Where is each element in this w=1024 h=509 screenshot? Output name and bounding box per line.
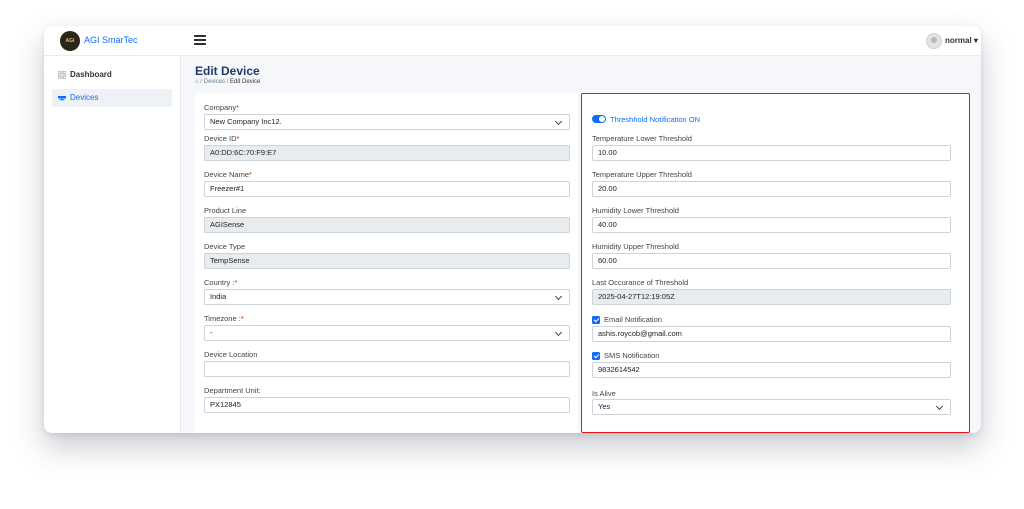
home-icon[interactable]: ⌂ [195, 79, 199, 85]
device-name-input[interactable]: Freezer#1 [204, 181, 570, 197]
temp-lower-label: Temperature Lower Threshold [592, 134, 692, 143]
brand-name[interactable]: AGI SmarTec [84, 35, 138, 45]
user-avatar[interactable] [926, 33, 942, 49]
humidity-lower-label: Humidity Lower Threshold [592, 206, 679, 215]
sidebar-item-devices[interactable]: Devices [52, 89, 172, 107]
email-notification-label: Email Notification [604, 315, 662, 324]
breadcrumb-current: Edit Device [230, 79, 261, 85]
country-label: Country :* [204, 278, 238, 287]
sidebar-item-label: Dashboard [70, 70, 112, 79]
device-location-input[interactable] [204, 361, 570, 377]
top-navbar: AGI AGI SmarTec normal ▾ [44, 26, 981, 56]
device-type-label: Device Type [204, 242, 246, 251]
device-details-panel: Company* New Company Inc12. Device ID* A… [195, 93, 578, 433]
page-title: Edit Device [195, 64, 260, 78]
app-window: AGI AGI SmarTec normal ▾ Dashboard Devic… [44, 26, 981, 433]
is-alive-select[interactable]: Yes [592, 399, 951, 415]
device-id-label: Device ID* [204, 134, 240, 143]
threshold-notification-toggle[interactable] [592, 115, 606, 123]
is-alive-label: Is Alive [592, 389, 616, 398]
sidebar-item-label: Devices [70, 93, 99, 102]
email-notification-checkbox[interactable] [592, 316, 600, 324]
sidebar: Dashboard Devices [44, 56, 181, 433]
last-occurance-label: Last Occurance of Threshold [592, 278, 689, 287]
email-input[interactable]: ashis.roycob@gmail.com [592, 326, 951, 342]
threshold-notification-label: Threshhold Notification ON [610, 115, 701, 124]
company-label: Company* [204, 103, 240, 112]
grid-icon [58, 71, 66, 79]
department-unit-label: Department Unit: [204, 386, 261, 395]
product-line-label: Product Line [204, 206, 247, 215]
company-select[interactable]: New Company Inc12. [204, 114, 570, 130]
sidebar-item-dashboard[interactable]: Dashboard [52, 66, 172, 84]
hamburger-menu-icon[interactable] [194, 35, 206, 45]
humidity-upper-label: Humidity Upper Threshold [592, 242, 679, 251]
breadcrumb-separator: / [200, 79, 202, 85]
sms-notification-label: SMS Notification [604, 351, 660, 360]
breadcrumb-devices[interactable]: Devices [204, 79, 225, 85]
country-select[interactable]: India [204, 289, 570, 305]
humidity-upper-input[interactable]: 60.00 [592, 253, 951, 269]
timezone-label: Timezone :* [204, 314, 244, 323]
temp-upper-input[interactable]: 20.00 [592, 181, 951, 197]
humidity-lower-input[interactable]: 40.00 [592, 217, 951, 233]
sms-notification-checkbox[interactable] [592, 352, 600, 360]
breadcrumb-separator: / [226, 79, 229, 85]
page-header: Edit Device ⌂ / Devices / Edit Device [195, 64, 260, 85]
brand-logo[interactable]: AGI [60, 31, 80, 51]
temp-lower-input[interactable]: 10.00 [592, 145, 951, 161]
department-unit-input[interactable]: PX12845 [204, 397, 570, 413]
router-icon [58, 96, 66, 101]
user-menu-dropdown[interactable]: normal ▾ [945, 36, 978, 45]
device-type-field: TempSense [204, 253, 570, 269]
device-name-label: Device Name* [204, 170, 252, 179]
product-line-field: AGISense [204, 217, 570, 233]
sms-input[interactable]: 9832614542 [592, 362, 951, 378]
device-location-label: Device Location [204, 350, 258, 359]
threshold-settings-panel: Threshhold Notification ON Temperature L… [581, 93, 970, 433]
timezone-select[interactable]: - [204, 325, 570, 341]
breadcrumb: ⌂ / Devices / Edit Device [195, 79, 260, 85]
temp-upper-label: Temperature Upper Threshold [592, 170, 692, 179]
last-occurance-field: 2025-04-27T12:19:05Z [592, 289, 951, 305]
device-id-field: A0:DD:6C:70:F9:E7 [204, 145, 570, 161]
